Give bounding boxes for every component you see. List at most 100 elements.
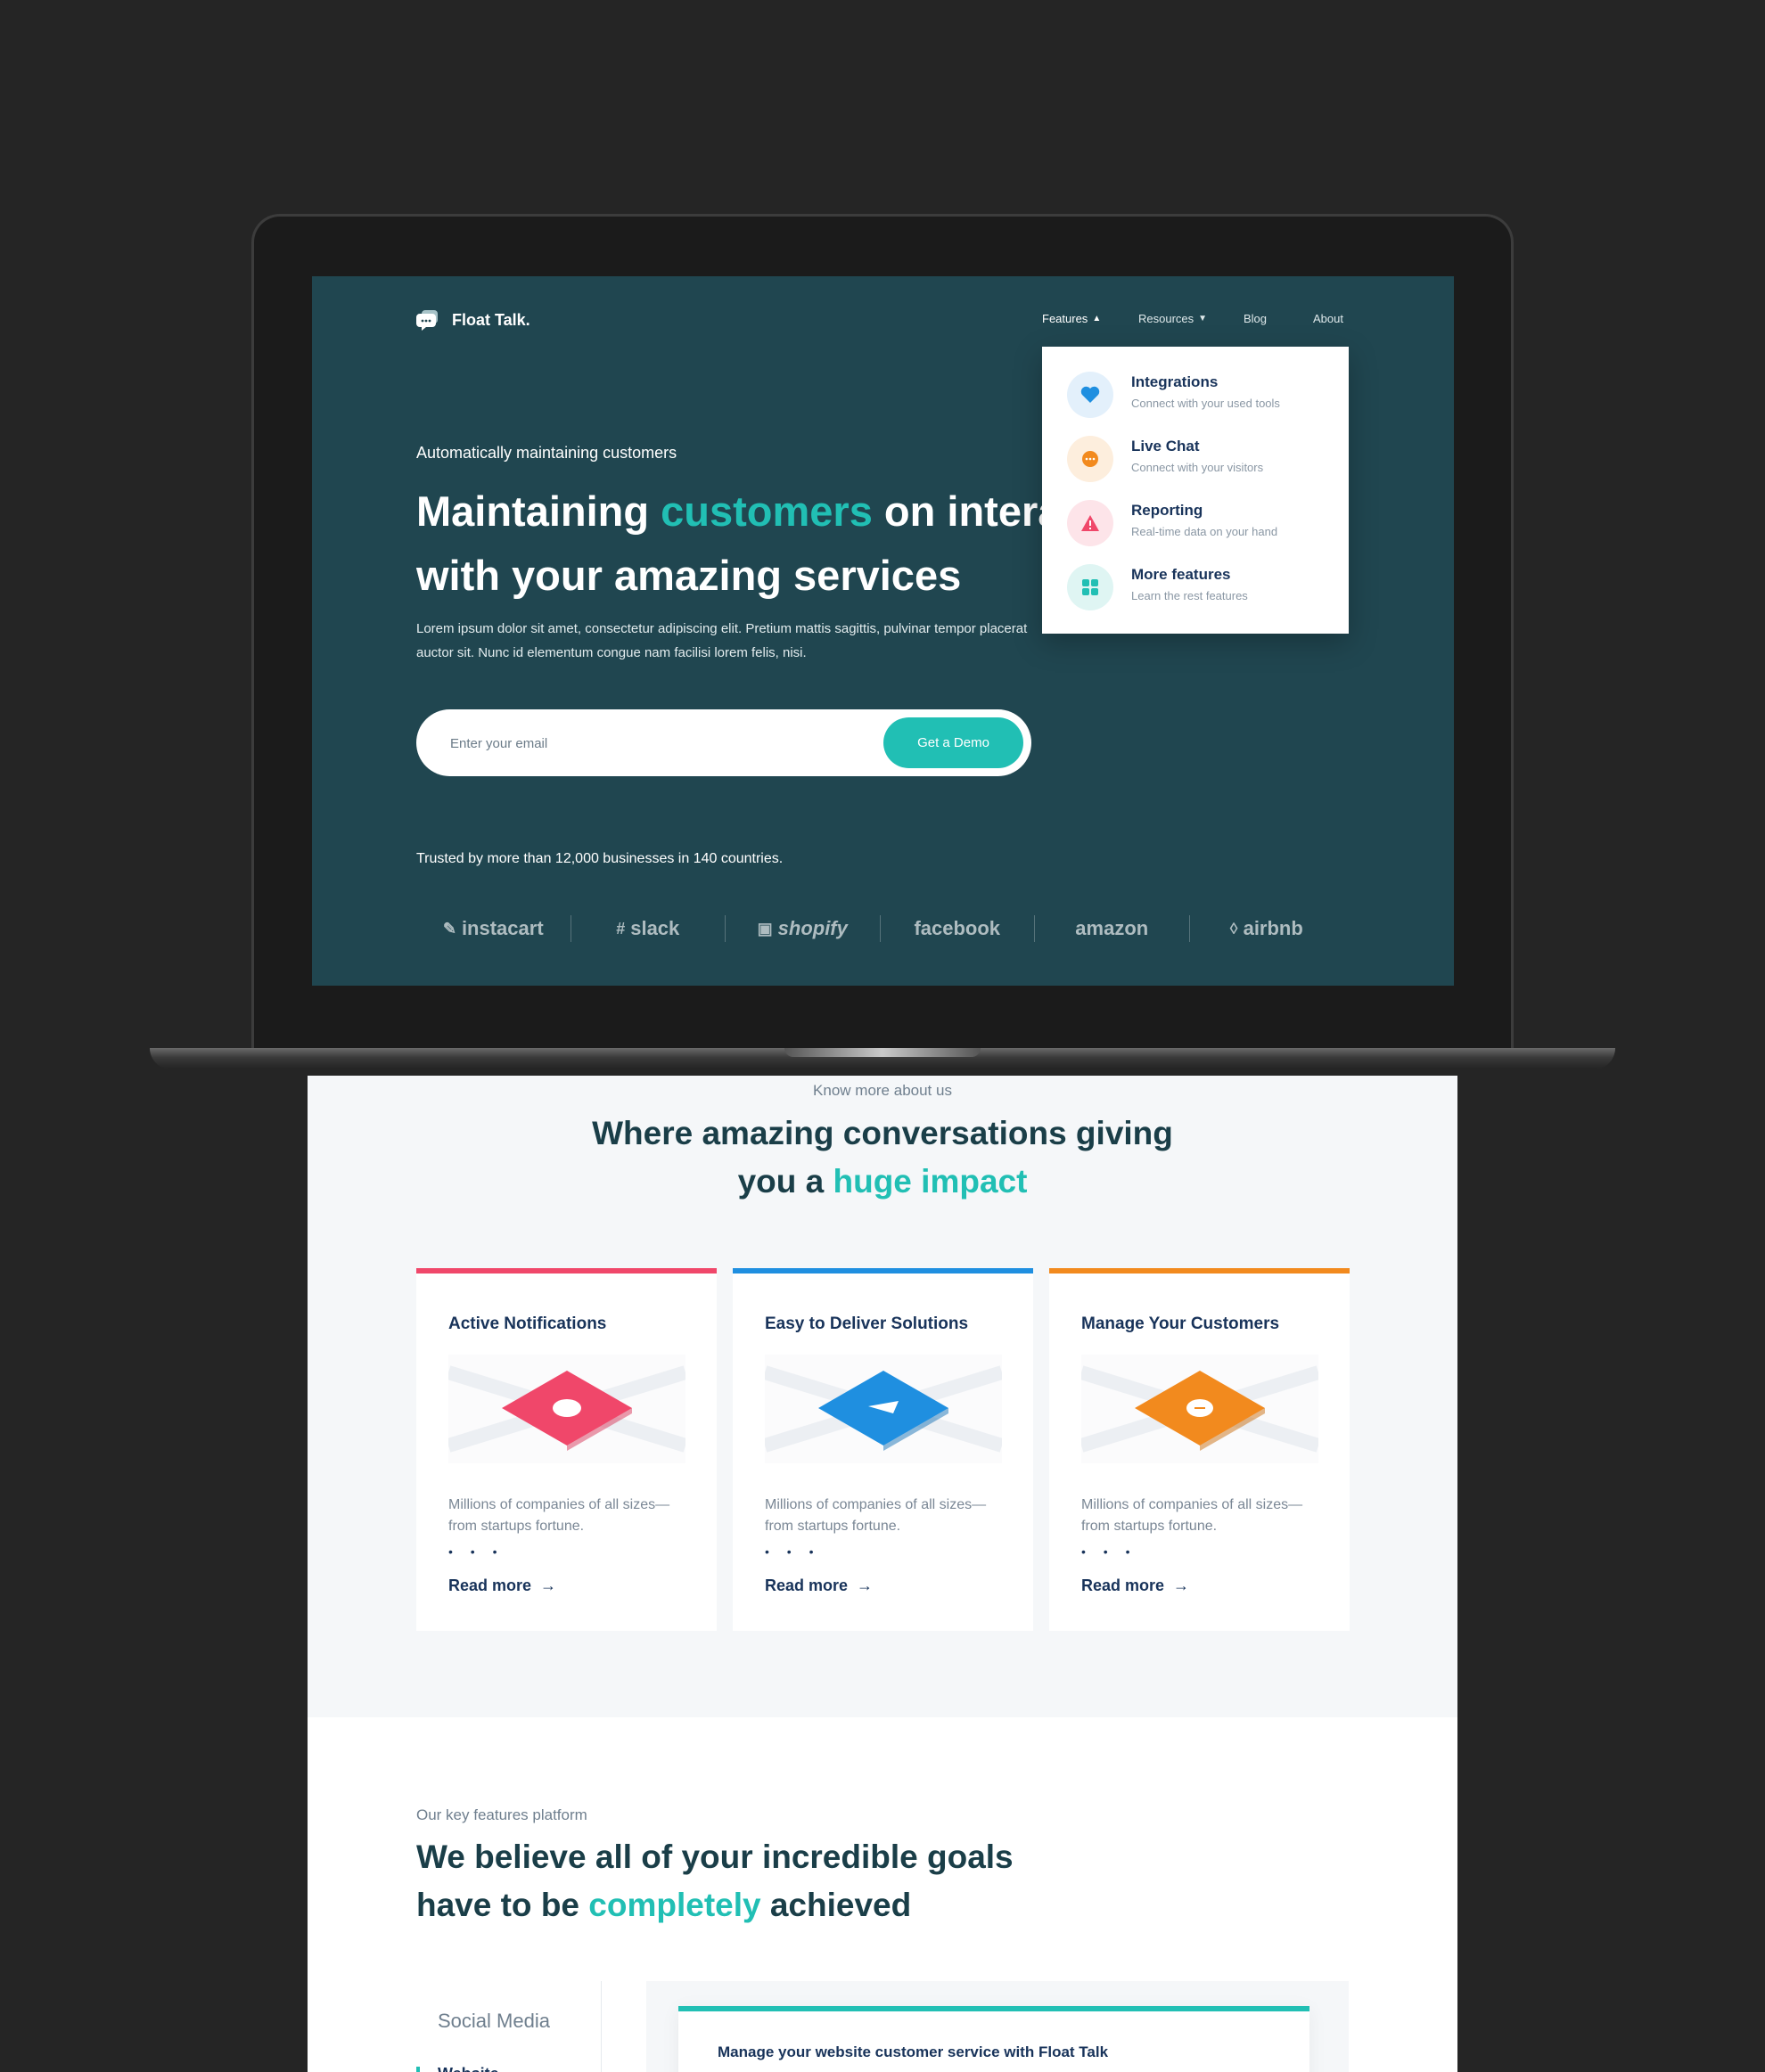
slack-logo-text: slack [630, 917, 680, 939]
amazon-logo: amazon [1035, 917, 1189, 940]
dropdown-item-more-features[interactable]: More features Learn the rest features [1067, 564, 1334, 618]
grid-icon [1067, 564, 1113, 610]
get-demo-button[interactable]: Get a Demo [883, 717, 1023, 768]
dropdown-item-live-chat[interactable]: Live Chat Connect with your visitors [1067, 436, 1334, 489]
airbnb-logo-text: airbnb [1243, 917, 1303, 939]
tab-social-media[interactable]: Social Media [438, 2010, 550, 2033]
card-title: Easy to Deliver Solutions [765, 1314, 969, 1333]
features-kicker: Our key features platform [416, 1806, 587, 1823]
nav-about[interactable]: About [1313, 312, 1343, 325]
shopify-logo-text: shopify [777, 917, 848, 939]
card-dots: • • • [1081, 1544, 1137, 1559]
hero-kicker: Automatically maintaining customers [416, 444, 677, 462]
read-more-link[interactable]: Read more → [765, 1577, 873, 1595]
chat-icon [1067, 436, 1113, 482]
features-title: We believe all of your incredible goals … [416, 1833, 1014, 1929]
warning-icon [1067, 500, 1113, 546]
feature-card: Manage Your Customers Millions of compan… [1049, 1268, 1350, 1631]
about-section: Know more about us Where amazing convers… [308, 1076, 1457, 1717]
card-accent-bar [733, 1268, 1033, 1274]
instacart-logo: ✎ instacart [416, 917, 571, 940]
email-input[interactable] [448, 729, 844, 758]
feature-card: Easy to Deliver Solutions Millions of co… [733, 1268, 1033, 1631]
hero-title-part1: Maintaining [416, 487, 661, 535]
read-more-label: Read more [765, 1577, 849, 1594]
about-title-accent: huge impact [833, 1163, 1028, 1200]
facebook-logo: facebook [881, 917, 1035, 940]
card-accent-bar [416, 1268, 717, 1274]
shopping-bag-icon: ▣ [757, 919, 773, 938]
feature-card: Active Notifications Millions of compani… [416, 1268, 717, 1631]
read-more-link[interactable]: Read more → [1081, 1577, 1189, 1595]
slack-logo: # slack [571, 917, 726, 940]
amazon-logo-text: amazon [1075, 917, 1149, 939]
carrot-icon: ✎ [442, 919, 456, 938]
customers-illustration-icon [1081, 1355, 1318, 1463]
features-section: Our key features platform We believe all… [308, 1717, 1457, 2072]
hero-title-accent: customers [661, 487, 873, 535]
card-accent-bar [1049, 1268, 1350, 1274]
dropdown-item-subtitle: Learn the rest features [1131, 589, 1248, 602]
nav-blog[interactable]: Blog [1244, 312, 1267, 325]
dropdown-item-subtitle: Connect with your used tools [1131, 397, 1280, 410]
tab-website[interactable]: Website [438, 2065, 499, 2072]
laptop-notch [784, 1048, 981, 1057]
nav-resources[interactable]: Resources ▼ [1138, 312, 1207, 325]
shopify-logo: ▣ shopify [726, 917, 880, 940]
arrow-right-icon: → [540, 1577, 557, 1594]
card-text: Millions of companies of all sizes—from … [448, 1497, 670, 1534]
brand-name: Float Talk. [452, 310, 530, 329]
about-title-prefix: you a [737, 1163, 833, 1200]
chat-bubble-logo-icon [416, 308, 439, 332]
dropdown-item-integrations[interactable]: Integrations Connect with your used tool… [1067, 372, 1334, 425]
features-title-prefix: have to be [416, 1887, 589, 1923]
panel-accent-bar [678, 2006, 1309, 2011]
nav-features-label: Features [1042, 312, 1088, 325]
hero-section: Float Talk. Features ▲ Resources ▼ Blog … [312, 276, 1454, 986]
heart-icon [1067, 372, 1113, 418]
arrow-right-icon: → [1173, 1577, 1190, 1594]
read-more-label: Read more [448, 1577, 532, 1594]
card-text: Millions of companies of all sizes—from … [1081, 1497, 1303, 1534]
about-kicker: Know more about us [813, 1082, 952, 1099]
chevron-down-icon: ▼ [1198, 314, 1208, 323]
facebook-logo-text: facebook [914, 917, 1001, 939]
airbnb-logo: ◊ airbnb [1190, 917, 1344, 940]
airbnb-belo-icon: ◊ [1229, 919, 1238, 938]
dropdown-item-reporting[interactable]: Reporting Real-time data on your hand [1067, 500, 1334, 553]
read-more-link[interactable]: Read more → [448, 1577, 556, 1595]
card-text: Millions of companies of all sizes—from … [765, 1497, 987, 1534]
hero-description: Lorem ipsum dolor sit amet, consectetur … [416, 621, 1028, 660]
arrow-right-icon: → [857, 1577, 874, 1594]
read-more-label: Read more [1081, 1577, 1165, 1594]
card-title: Manage Your Customers [1081, 1314, 1280, 1333]
features-title-accent: completely [588, 1887, 761, 1923]
feature-panel: Manage your website customer service wit… [646, 1981, 1349, 2072]
email-signup-form: Get a Demo [416, 709, 1031, 776]
card-dots: • • • [765, 1544, 821, 1559]
slack-hash-icon: # [616, 919, 626, 938]
notification-illustration-icon [448, 1355, 685, 1463]
active-tab-indicator [416, 2067, 420, 2072]
delivery-illustration-icon [765, 1355, 1002, 1463]
card-dots: • • • [448, 1544, 505, 1559]
features-title-line1: We believe all of your incredible goals [416, 1839, 1014, 1875]
dropdown-item-subtitle: Real-time data on your hand [1131, 525, 1278, 538]
chevron-up-icon: ▲ [1092, 314, 1102, 323]
nav-resources-label: Resources [1138, 312, 1194, 325]
nav-features[interactable]: Features ▲ [1042, 312, 1101, 325]
card-title: Active Notifications [448, 1314, 607, 1333]
features-title-suffix: achieved [760, 1887, 912, 1923]
about-title: Where amazing conversations giving you a… [308, 1110, 1457, 1206]
dropdown-item-title: Integrations [1131, 373, 1219, 390]
tabs-divider [601, 1981, 602, 2072]
hero-title-line2: with your amazing services [416, 552, 962, 599]
trusted-text: Trusted by more than 12,000 businesses i… [416, 851, 784, 866]
brand-logos: ✎ instacart # slack ▣ shopify facebook a… [416, 911, 1343, 946]
dropdown-item-title: Live Chat [1131, 438, 1200, 455]
dropdown-item-title: More features [1131, 566, 1231, 583]
dropdown-item-title: Reporting [1131, 502, 1203, 519]
brand-logo[interactable]: Float Talk. [416, 308, 530, 332]
panel-title: Manage your website customer service wit… [718, 2043, 1109, 2060]
about-title-line1: Where amazing conversations giving [592, 1115, 1173, 1151]
